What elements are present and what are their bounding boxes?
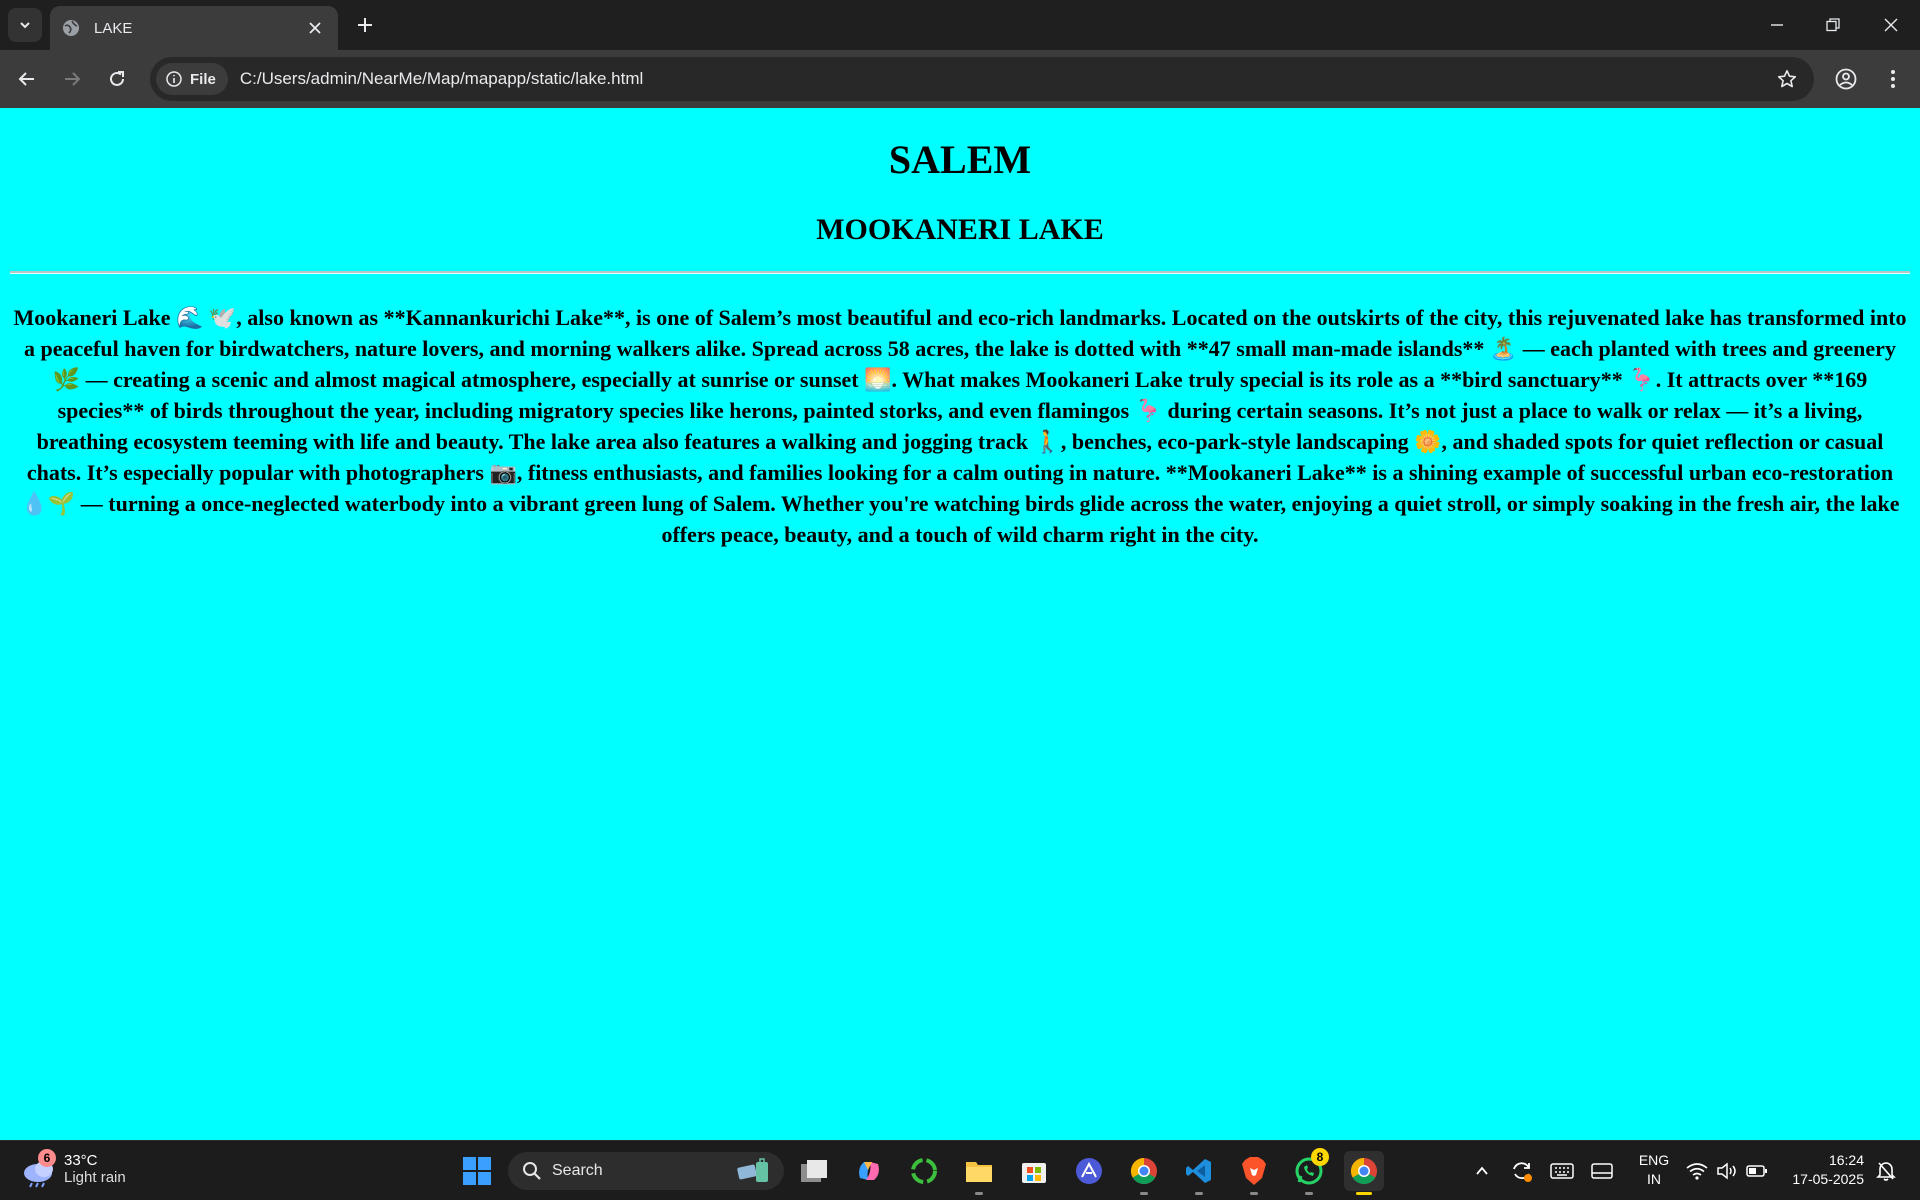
- circle-app-icon: [911, 1158, 937, 1184]
- bookmark-star-icon[interactable]: [1770, 62, 1804, 96]
- restore-icon: [1826, 18, 1840, 32]
- taskbar-search[interactable]: Search: [508, 1152, 784, 1190]
- browser-toolbar: File C:/Users/admin/NearMe/Map/mapapp/st…: [0, 50, 1920, 108]
- whatsapp-badge: 8: [1311, 1148, 1329, 1166]
- page-viewport: SALEM MOOKANERI LAKE Mookaneri Lake 🌊 🕊️…: [0, 108, 1920, 1140]
- sync-icon: [1513, 1162, 1532, 1182]
- store-button[interactable]: [1014, 1151, 1054, 1191]
- menu-button[interactable]: [1876, 62, 1910, 96]
- arrow-right-icon: [65, 72, 81, 86]
- tab-title: LAKE: [94, 19, 133, 37]
- active-indicator: [1356, 1192, 1372, 1195]
- language-indicator[interactable]: ENG IN: [1632, 1151, 1676, 1189]
- weather-badge: 6: [38, 1149, 56, 1167]
- brave-button[interactable]: [1234, 1151, 1274, 1195]
- wifi-tray-button[interactable]: [1683, 1157, 1711, 1185]
- store-icon: [1022, 1163, 1046, 1183]
- chrome-button[interactable]: [1124, 1151, 1164, 1195]
- file-explorer-icon: [966, 1162, 992, 1182]
- notifications-button[interactable]: [1872, 1157, 1900, 1185]
- file-explorer-button[interactable]: [959, 1151, 999, 1195]
- clock-time: 16:24: [1828, 1152, 1864, 1168]
- tablet-tray-button[interactable]: [1588, 1157, 1616, 1185]
- search-icon: [523, 1162, 541, 1180]
- new-tab-button[interactable]: [352, 12, 378, 38]
- reload-button[interactable]: [100, 62, 134, 96]
- close-icon: [1884, 18, 1898, 32]
- display-icon: [1591, 1163, 1613, 1179]
- keyboard-tray-button[interactable]: [1548, 1157, 1576, 1185]
- more-vertical-icon: [1891, 70, 1895, 88]
- profile-icon: [1835, 68, 1857, 90]
- triangle-app-icon: [1076, 1158, 1102, 1184]
- weather-temperature: 33°C: [64, 1152, 98, 1169]
- info-icon: [166, 71, 182, 87]
- forward-button[interactable]: [55, 62, 89, 96]
- chrome-active-icon: [1350, 1157, 1377, 1185]
- plus-icon: [358, 18, 372, 32]
- task-view-icon: [801, 1160, 827, 1182]
- reload-icon: [110, 71, 124, 86]
- globe-icon: [62, 19, 80, 37]
- wifi-icon: [1686, 1163, 1708, 1180]
- whatsapp-button[interactable]: 8: [1289, 1148, 1329, 1195]
- clock-date: 17-05-2025: [1792, 1171, 1864, 1187]
- restore-button[interactable]: [1816, 8, 1850, 42]
- search-label: Search: [552, 1162, 603, 1179]
- language-code: ENG: [1638, 1152, 1670, 1168]
- back-button[interactable]: [10, 62, 44, 96]
- description-paragraph: Mookaneri Lake 🌊 🕊️, also known as **Kan…: [13, 305, 1907, 547]
- weather-condition: Light rain: [64, 1169, 126, 1186]
- chrome-icon: [1130, 1157, 1157, 1185]
- copilot-button[interactable]: [849, 1151, 889, 1191]
- chrome-active-button[interactable]: [1344, 1151, 1384, 1195]
- circle-app-button[interactable]: [904, 1151, 944, 1191]
- copilot-icon: [859, 1162, 879, 1180]
- running-indicator: [1305, 1192, 1313, 1195]
- chevron-down-icon: [20, 22, 30, 29]
- minimize-button[interactable]: [1760, 8, 1794, 42]
- show-hidden-icons-button[interactable]: [1468, 1157, 1496, 1185]
- minimize-icon: [1771, 24, 1783, 26]
- taskbar: 6 33°C Light rain Search 8 ENG IN 16:24 …: [0, 1140, 1920, 1200]
- battery-tray-button[interactable]: [1743, 1157, 1771, 1185]
- region-code: IN: [1647, 1171, 1661, 1187]
- volume-icon: [1717, 1162, 1736, 1180]
- url-text[interactable]: C:/Users/admin/NearMe/Map/mapapp/static/…: [240, 69, 1770, 89]
- page-title: SALEM: [888, 137, 1032, 182]
- tab-search-button[interactable]: [8, 8, 42, 42]
- vscode-icon: [1186, 1159, 1211, 1183]
- battery-icon: [1746, 1165, 1767, 1177]
- running-indicator: [1195, 1192, 1203, 1195]
- start-button[interactable]: [457, 1151, 497, 1191]
- keyboard-icon: [1550, 1163, 1574, 1179]
- chevron-up-icon: [1476, 1166, 1488, 1175]
- clock[interactable]: 16:24 17-05-2025: [1780, 1151, 1864, 1189]
- site-info-label: File: [190, 70, 216, 88]
- close-tab-icon[interactable]: [304, 17, 326, 39]
- address-bar[interactable]: File C:/Users/admin/NearMe/Map/mapapp/st…: [150, 57, 1814, 101]
- browser-tab[interactable]: LAKE: [50, 6, 338, 50]
- running-indicator: [1140, 1192, 1148, 1195]
- page-subtitle: MOOKANERI LAKE: [816, 213, 1104, 246]
- vscode-button[interactable]: [1179, 1151, 1219, 1195]
- luggage-icon: [737, 1158, 768, 1182]
- notification-bell-icon: [1876, 1162, 1896, 1181]
- sync-tray-button[interactable]: [1508, 1157, 1536, 1185]
- windows-logo-icon: [463, 1157, 491, 1185]
- running-indicator: [975, 1192, 983, 1195]
- tab-strip: LAKE: [0, 0, 1920, 50]
- weather-widget[interactable]: 6 33°C Light rain: [20, 1149, 126, 1189]
- cloud-rain-icon: 6: [20, 1149, 60, 1189]
- profile-button[interactable]: [1829, 62, 1863, 96]
- arrow-left-icon: [18, 72, 34, 86]
- brave-icon: [1242, 1157, 1266, 1185]
- task-view-button[interactable]: [794, 1151, 834, 1191]
- site-info-chip[interactable]: File: [156, 63, 228, 95]
- triangle-app-button[interactable]: [1069, 1151, 1109, 1191]
- running-indicator: [1250, 1192, 1258, 1195]
- close-window-button[interactable]: [1874, 8, 1908, 42]
- volume-tray-button[interactable]: [1713, 1157, 1741, 1185]
